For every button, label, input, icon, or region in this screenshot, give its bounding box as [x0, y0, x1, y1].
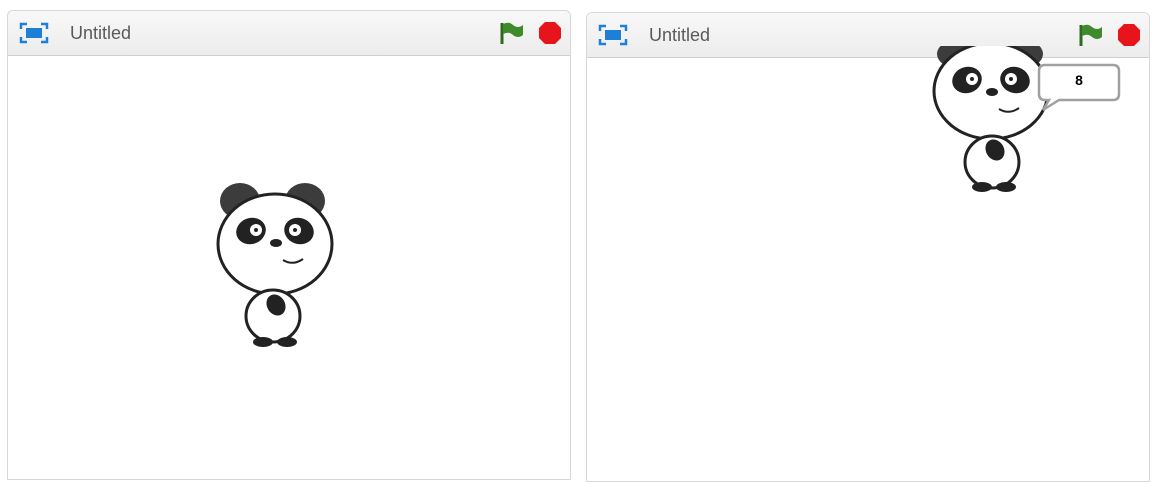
speech-bubble-text: 8 — [1075, 72, 1083, 88]
speech-bubble: 8 — [1035, 62, 1123, 112]
stage-title-bar: Untitled — [587, 13, 1149, 58]
stage-title-bar: Untitled — [8, 11, 570, 56]
stage-canvas[interactable] — [8, 56, 570, 479]
project-title: Untitled — [70, 23, 132, 43]
project-title: Untitled — [649, 25, 711, 45]
stage-canvas[interactable]: 8 — [587, 46, 1149, 481]
stage-window-right: Untitled 8 — [586, 12, 1150, 482]
stop-icon[interactable] — [538, 21, 562, 45]
green-flag-icon[interactable] — [1078, 23, 1104, 47]
fullscreen-icon[interactable] — [19, 22, 49, 44]
stop-icon[interactable] — [1117, 23, 1141, 47]
fullscreen-icon[interactable] — [598, 24, 628, 46]
panda-sprite[interactable] — [213, 181, 338, 351]
stage-window-left: Untitled — [7, 10, 571, 480]
green-flag-icon[interactable] — [499, 21, 525, 45]
